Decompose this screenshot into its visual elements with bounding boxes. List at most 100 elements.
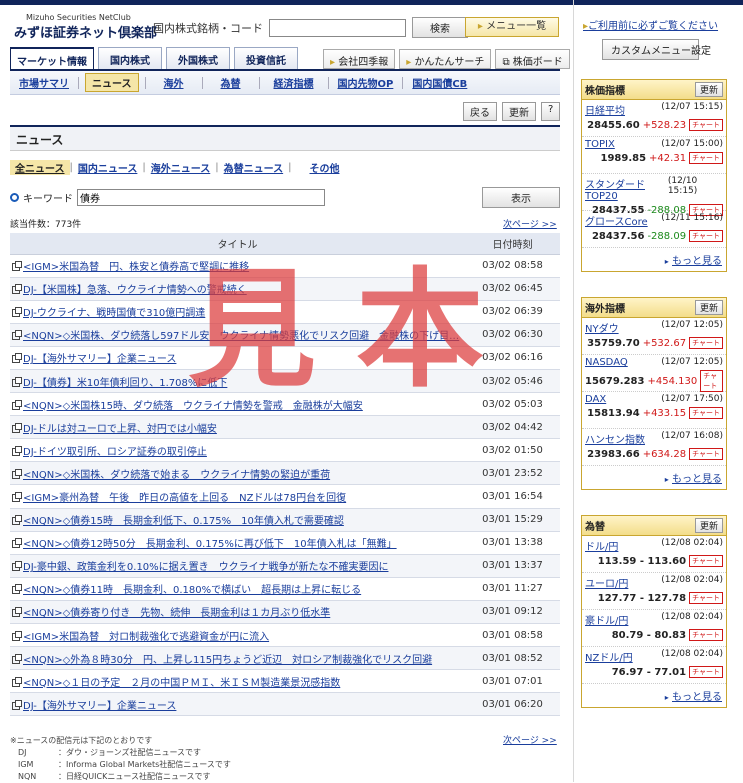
chart-button[interactable]: チャート xyxy=(689,407,723,419)
category-forex-news[interactable]: 為替ニュース xyxy=(219,160,289,175)
search-button[interactable]: 検索 xyxy=(412,17,468,38)
search-input[interactable] xyxy=(269,18,406,37)
more-link[interactable]: ▸ もっと見る xyxy=(582,684,726,707)
news-title-link[interactable]: DJ-【海外サマリー】企業ニュース xyxy=(23,354,176,365)
index-name-link[interactable]: ハンセン指数 xyxy=(585,431,645,446)
news-title-link[interactable]: <NQN>◇債券寄り付き 先物、続伸 長期金利は１カ月ぶり低水準 xyxy=(23,608,330,619)
chart-button[interactable]: チャート xyxy=(689,629,723,641)
subnav-overseas[interactable]: 海外 xyxy=(146,75,202,90)
panel-refresh-button[interactable]: 更新 xyxy=(694,300,723,315)
index-name-link[interactable]: NYダウ xyxy=(585,320,619,335)
news-title-link[interactable]: DJ-豪中銀、政策金利を0.10%に据え置き ウクライナ戦争が新たな不確実要因に xyxy=(23,562,388,573)
news-title-link[interactable]: DJ-ドイツ取引所、ロシア証券の取引停止 xyxy=(23,447,207,458)
category-all-news[interactable]: 全ニュース xyxy=(10,160,70,175)
menu-list-button[interactable]: ▸ メニュー一覧 xyxy=(465,17,559,37)
new-window-icon xyxy=(12,653,22,664)
news-title-link[interactable]: <NQN>◇債券15時 長期金利低下、0.175% 10年債入札で需要確認 xyxy=(23,516,344,527)
logo[interactable]: Mizuho Securities NetClub みずほ証券ネット倶楽部 xyxy=(14,13,157,41)
refresh-button[interactable]: 更新 xyxy=(502,102,536,121)
subnav-economic-indicators[interactable]: 経済指標 xyxy=(260,75,328,90)
subnav-market-summary[interactable]: 市場サマリ xyxy=(10,75,78,90)
search-label: 国内株式銘柄・コード xyxy=(153,21,263,35)
news-table-body: <IGM>米国為替 円、株安と債券高で堅調に推移 03/02 08:58 DJ-【米… xyxy=(10,254,560,717)
news-title-link[interactable]: <NQN>◇１日の予定 ２月の中国ＰＭＩ、米ＩＳＭ製造業景況感指数 xyxy=(23,678,340,689)
index-name-row: TOPIX (12/07 15:00) xyxy=(585,139,723,150)
category-domestic-news[interactable]: 国内ニュース xyxy=(73,160,143,175)
panel-refresh-button[interactable]: 更新 xyxy=(694,82,723,97)
subnav-news[interactable]: ニュース xyxy=(85,73,139,92)
chart-button[interactable]: チャート xyxy=(689,337,723,349)
index-name-link[interactable]: グロースCore xyxy=(585,213,648,228)
index-item: NYダウ (12/07 12:05) 35759.70 +532.67 チャート xyxy=(582,318,726,355)
chart-button[interactable]: チャート xyxy=(700,370,723,392)
news-title-link[interactable]: <NQN>◇債券12時50分 長期金利、0.175%に再び低下 10年債入札は「… xyxy=(23,539,397,550)
tab-shikiho[interactable]: ▸ 会社四季報 xyxy=(323,49,396,69)
tab-mutual-funds[interactable]: 投資信託 xyxy=(234,47,298,69)
chart-button[interactable]: チャート xyxy=(689,666,723,678)
index-name-link[interactable]: ユーロ/円 xyxy=(585,575,628,590)
more-label[interactable]: もっと見る xyxy=(672,692,722,703)
index-time: (12/11 15:16) xyxy=(661,213,723,223)
news-title-link[interactable]: DJ-ウクライナ、戦時国債で310億円調達 xyxy=(23,308,205,319)
news-title-link[interactable]: <NQN>◇米国株、ダウ続落で始まる ウクライナ情勢の緊迫が重荷 xyxy=(23,470,330,481)
news-title-link[interactable]: DJ-【債券】米10年債利回り、1.708%に低下 xyxy=(23,378,227,389)
news-title-link[interactable]: <IGM>米国為替 円、株安と債券高で堅調に推移 xyxy=(23,262,249,273)
news-title-link[interactable]: <NQN>◇債券11時 長期金利、0.180%で横ばい 超長期は上昇に転じる xyxy=(23,585,361,596)
index-name-link[interactable]: NASDAQ xyxy=(585,357,628,368)
news-title-link[interactable]: <NQN>◇米国株、ダウ続落し597ドル安 ウクライナ情勢悪化でリスク回避 金融… xyxy=(23,331,459,342)
keyword-input[interactable] xyxy=(77,188,325,206)
index-name-link[interactable]: スタンダードTOP20 xyxy=(585,176,668,202)
tab-foreign-stocks[interactable]: 外国株式 xyxy=(166,47,230,69)
index-name-link[interactable]: ドル/円 xyxy=(585,538,618,553)
chart-button[interactable]: チャート xyxy=(689,119,723,131)
news-title-link[interactable]: <NQN>◇外為８時30分 円、上昇し115円ちょうど近辺 対ロシア制裁強化でリ… xyxy=(23,655,432,666)
more-label[interactable]: もっと見る xyxy=(672,474,722,485)
index-name-link[interactable]: 日経平均 xyxy=(585,102,625,117)
back-button[interactable]: 戻る xyxy=(463,102,497,121)
index-name-link[interactable]: DAX xyxy=(585,394,606,405)
more-link[interactable]: ▸ もっと見る xyxy=(582,466,726,489)
index-name-link[interactable]: 豪ドル/円 xyxy=(585,612,628,627)
news-title-link[interactable]: <IGM>豪州為替 午後 昨日の高値を上回る NZドルは78円台を回復 xyxy=(23,493,346,504)
category-other[interactable]: その他 xyxy=(292,160,345,175)
news-title-link[interactable]: DJ-ドルは対ユーロで上昇、対円では小幅安 xyxy=(23,424,217,435)
news-title-link[interactable]: <NQN>◇米国株15時、ダウ続落 ウクライナ情勢を警戒 金融株が大幅安 xyxy=(23,401,363,412)
news-title-link[interactable]: DJ-【海外サマリー】企業ニュース xyxy=(23,701,176,712)
sidebar: ▸ご利用前に必ずご覧ください カスタムメニュー設定 株価指標 更新 日経平均 (12… xyxy=(577,5,743,782)
chart-button[interactable]: チャート xyxy=(689,592,723,604)
more-label[interactable]: もっと見る xyxy=(672,256,722,267)
tab-market-info[interactable]: マーケット情報 xyxy=(10,47,94,69)
index-value: 28437.56 xyxy=(591,230,645,242)
index-name-link[interactable]: NZドル/円 xyxy=(585,649,633,664)
tab-easy-search[interactable]: ▸ かんたんサーチ xyxy=(399,49,492,69)
next-page-link[interactable]: 次ページ >> xyxy=(503,217,557,230)
index-name-link[interactable]: TOPIX xyxy=(585,139,615,150)
tab-stock-board[interactable]: ⧉ 株価ボード xyxy=(495,49,570,69)
more-link[interactable]: ▸ もっと見る xyxy=(582,248,726,271)
chart-button[interactable]: チャート xyxy=(689,230,723,242)
chart-button[interactable]: チャート xyxy=(689,448,723,460)
chart-button[interactable]: チャート xyxy=(689,555,723,567)
index-item: ユーロ/円 (12/08 02:04) 127.77 - 127.78 チャート xyxy=(582,573,726,610)
next-page-link-bottom[interactable]: 次ページ >> xyxy=(503,733,557,746)
table-row: <NQN>◇米国株15時、ダウ続落 ウクライナ情勢を警戒 金融株が大幅安 03/0… xyxy=(10,392,560,417)
index-time: (12/07 12:05) xyxy=(661,320,723,330)
custom-menu-button[interactable]: カスタムメニュー設定 xyxy=(602,39,711,60)
news-title-link[interactable]: DJ-【米国株】急落、ウクライナ情勢への警戒続く xyxy=(23,285,247,296)
news-title-cell: <NQN>◇米国株、ダウ続落し597ドル安 ウクライナ情勢悪化でリスク回避 金融… xyxy=(10,323,465,347)
note-row: IGM ：Informa Global Markets社配信ニュースです xyxy=(10,759,231,771)
category-overseas-news[interactable]: 海外ニュース xyxy=(146,160,216,175)
subnav-forex[interactable]: 為替 xyxy=(203,75,259,90)
note-source-desc: ：ダウ・ジョーンズ社配信ニュースです xyxy=(58,748,202,757)
tab-domestic-stocks[interactable]: 国内株式 xyxy=(98,47,162,69)
help-button[interactable]: ? xyxy=(541,102,561,121)
panel-refresh-button[interactable]: 更新 xyxy=(694,518,723,533)
notice-link[interactable]: ▸ご利用前に必ずご覧ください xyxy=(583,17,718,32)
new-window-icon xyxy=(12,630,22,641)
subnav-futures-options[interactable]: 国内先物OP xyxy=(329,75,403,90)
display-button[interactable]: 表示 xyxy=(482,186,560,208)
new-window-icon xyxy=(12,561,22,572)
subnav-bonds-cb[interactable]: 国内国債CB xyxy=(403,75,476,90)
news-title-link[interactable]: <IGM>米国為替 対ロ制裁強化で逃避資金が円に流入 xyxy=(23,632,269,643)
chart-button[interactable]: チャート xyxy=(689,152,723,164)
